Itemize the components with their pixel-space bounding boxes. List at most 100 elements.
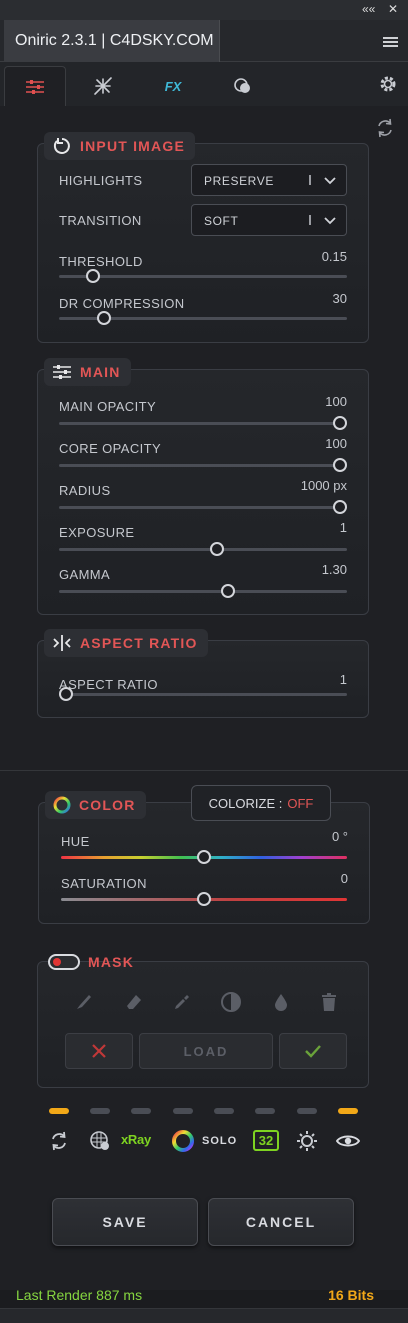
contrast-icon[interactable] — [220, 991, 242, 1013]
gamma-slider[interactable] — [59, 584, 347, 598]
core-opacity-slider-knob[interactable] — [333, 458, 347, 472]
solo-button[interactable]: SOLO — [202, 1135, 237, 1147]
settings-panel: INPUT IMAGE HIGHLIGHTS PRESERVE TRANSITI… — [0, 106, 408, 770]
mask-toggle[interactable] — [48, 954, 80, 970]
color-title: COLOR — [79, 797, 136, 813]
indicator-5 — [214, 1108, 234, 1114]
globe-grid-icon[interactable] — [89, 1130, 111, 1152]
reset-cycle-icon[interactable] — [49, 1131, 69, 1151]
hue-slider-knob[interactable] — [197, 850, 211, 864]
core-opacity-label: CORE OPACITY — [59, 441, 162, 456]
dr-compression-slider-knob[interactable] — [97, 311, 112, 325]
window-title[interactable]: Oniric 2.3.1 | C4DSKY.COM — [4, 20, 220, 62]
sliders-icon — [26, 79, 44, 94]
mask-clear-button[interactable] — [65, 1033, 133, 1069]
aspect-ratio-title: ASPECT RATIO — [80, 635, 198, 651]
gamma-label: GAMMA — [59, 567, 111, 582]
gamma-value: 1.30 — [321, 562, 347, 577]
main-title: MAIN — [80, 364, 121, 380]
aspect-ratio-slider[interactable] — [59, 687, 347, 701]
exposure-slider-knob[interactable] — [209, 542, 224, 556]
colorize-toggle[interactable]: COLORIZE : OFF — [191, 785, 331, 821]
threshold-slider-knob[interactable] — [86, 269, 101, 283]
mask-load-button[interactable]: LOAD — [139, 1033, 273, 1069]
eyedropper-icon[interactable] — [172, 992, 192, 1012]
highlights-label: HIGHLIGHTS — [59, 173, 143, 188]
sliders-icon — [53, 365, 71, 379]
radius-slider-knob[interactable] — [333, 500, 347, 514]
star-burst-icon — [94, 77, 112, 95]
exposure-label: EXPOSURE — [59, 525, 135, 540]
status-bar: Last Render 887 ms 16 Bits — [0, 1282, 408, 1308]
mask-title: MASK — [88, 954, 135, 970]
tab-glow[interactable] — [72, 66, 134, 106]
fx-icon: FX — [164, 78, 182, 94]
tab-fx[interactable]: FX — [142, 66, 204, 106]
mask-apply-button[interactable] — [279, 1033, 347, 1069]
close-icon — [92, 1044, 106, 1058]
dr-compression-label: DR COMPRESSION — [59, 296, 185, 311]
brightness-icon[interactable] — [296, 1130, 318, 1152]
indicator-4 — [173, 1108, 193, 1114]
color-wheel-icon — [53, 796, 71, 814]
exposure-slider[interactable] — [59, 542, 347, 556]
aspect-ratio-icon — [53, 635, 71, 651]
aspect-ratio-header: ASPECT RATIO — [44, 629, 208, 657]
trash-icon[interactable] — [320, 992, 338, 1012]
highlights-dropdown[interactable]: PRESERVE — [191, 164, 347, 196]
panel-top-strip: «« ✕ — [0, 0, 408, 20]
color-group: COLOR COLORIZE : OFF HUE 0 ° SATURATION … — [38, 785, 370, 924]
save-button[interactable]: SAVE — [52, 1198, 198, 1246]
radius-slider[interactable] — [59, 500, 347, 514]
main-opacity-slider-knob[interactable] — [333, 416, 347, 430]
hue-slider[interactable] — [61, 850, 347, 864]
indicator-6 — [255, 1108, 275, 1114]
title-bar: Oniric 2.3.1 | C4DSKY.COM — [0, 20, 408, 62]
threshold-slider[interactable] — [59, 269, 347, 283]
tab-adjust[interactable] — [4, 66, 66, 106]
aspect-ratio-label: ASPECT RATIO — [59, 677, 158, 692]
core-opacity-slider[interactable] — [59, 458, 347, 472]
refresh-icon[interactable] — [375, 118, 395, 138]
saturation-slider[interactable] — [61, 892, 347, 906]
cancel-button[interactable]: CANCEL — [208, 1198, 354, 1246]
highlights-value: PRESERVE — [204, 174, 274, 188]
gamma-slider-knob[interactable] — [220, 584, 235, 598]
chevron-down-icon — [324, 217, 336, 225]
eye-icon[interactable] — [336, 1133, 360, 1149]
drop-icon[interactable] — [272, 992, 290, 1012]
main-opacity-slider[interactable] — [59, 416, 347, 430]
indicator-3 — [131, 1108, 151, 1114]
main-opacity-label: MAIN OPACITY — [59, 399, 157, 414]
color-header: COLOR — [45, 791, 146, 819]
radius-label: RADIUS — [59, 483, 111, 498]
last-render-text: Last Render 887 ms — [16, 1287, 143, 1303]
xray-button[interactable]: xRay — [121, 1132, 151, 1147]
input-image-icon — [53, 138, 70, 154]
main-header: MAIN — [44, 358, 131, 386]
hamburger-menu-icon[interactable] — [383, 37, 398, 47]
aspect-ratio-slider-knob[interactable] — [59, 687, 73, 701]
color-wheel-icon[interactable] — [171, 1129, 195, 1153]
brush-icon[interactable] — [74, 992, 94, 1012]
close-button[interactable]: ✕ — [388, 2, 398, 16]
dr-compression-value: 30 — [332, 291, 347, 306]
eraser-icon[interactable] — [124, 992, 144, 1012]
collapse-button[interactable]: «« — [362, 2, 375, 16]
mask-group: MASK LOAD — [37, 954, 369, 1088]
hue-label: HUE — [61, 834, 90, 849]
core-opacity-value: 100 — [325, 436, 347, 451]
input-image-group: INPUT IMAGE HIGHLIGHTS PRESERVE TRANSITI… — [37, 132, 369, 343]
input-image-header: INPUT IMAGE — [44, 132, 195, 160]
saturation-slider-knob[interactable] — [197, 892, 211, 906]
transition-value: SOFT — [204, 214, 239, 228]
saturation-value: 0 — [340, 871, 348, 886]
chevron-down-icon — [324, 177, 336, 185]
aspect-ratio-group: ASPECT RATIO ASPECT RATIO 1 — [37, 629, 369, 718]
tab-blend[interactable] — [212, 66, 274, 106]
indicator-1 — [49, 1108, 69, 1114]
dr-compression-slider[interactable] — [59, 311, 347, 325]
bit-depth-32-button[interactable]: 32 — [253, 1130, 279, 1151]
settings-gear-icon[interactable] — [378, 74, 398, 94]
transition-dropdown[interactable]: SOFT — [191, 204, 347, 236]
